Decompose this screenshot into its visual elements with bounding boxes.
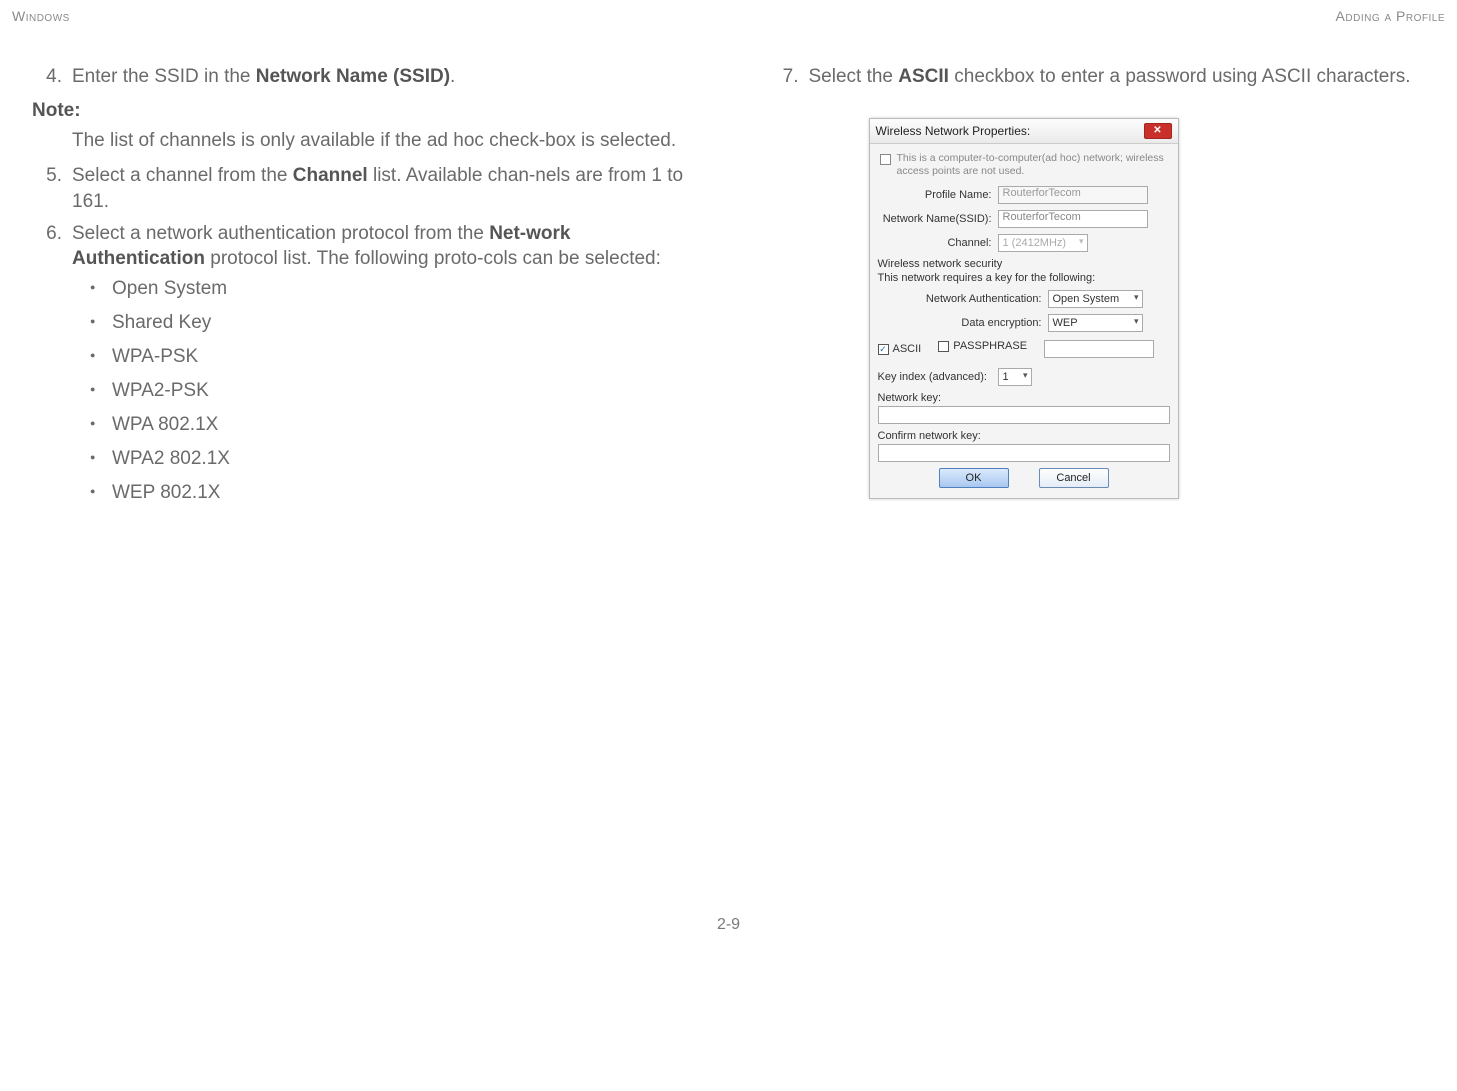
wireless-properties-dialog: Wireless Network Properties: ✕ This is a… bbox=[869, 118, 1179, 499]
ssid-input[interactable]: RouterforTecom bbox=[998, 210, 1148, 228]
passphrase-checkbox[interactable] bbox=[938, 341, 949, 352]
dialog-title-text: Wireless Network Properties: bbox=[876, 124, 1031, 138]
step-4-bold: Network Name (SSID) bbox=[256, 66, 450, 87]
list-item: Shared Key bbox=[90, 312, 689, 334]
note-body: The list of channels is only available i… bbox=[72, 128, 689, 154]
step-7-post: checkbox to enter a password using ASCII… bbox=[949, 66, 1411, 87]
list-item: WPA-PSK bbox=[90, 346, 689, 368]
step-4: 4. Enter the SSID in the Network Name (S… bbox=[32, 64, 689, 90]
step-4-post: . bbox=[450, 66, 455, 87]
step-7-pre: Select the bbox=[809, 66, 899, 87]
network-key-label: Network key: bbox=[878, 392, 1170, 404]
encryption-label: Data encryption: bbox=[878, 317, 1048, 329]
passphrase-checkbox-label: PASSPHRASE bbox=[953, 340, 1027, 352]
step-5-number: 5. bbox=[32, 163, 72, 214]
channel-label: Channel: bbox=[878, 237, 998, 249]
step-7-number: 7. bbox=[769, 64, 809, 90]
ascii-checkbox-wrap[interactable]: ASCII bbox=[878, 343, 922, 355]
ascii-checkbox-label: ASCII bbox=[893, 343, 922, 355]
protocol-list: Open System Shared Key WPA-PSK WPA2-PSK … bbox=[90, 278, 689, 504]
keyindex-select[interactable]: 1 bbox=[998, 368, 1032, 386]
step-6-pre: Select a network authentication protocol… bbox=[72, 223, 489, 244]
ok-button[interactable]: OK bbox=[939, 468, 1009, 488]
list-item: WEP 802.1X bbox=[90, 482, 689, 504]
adhoc-row: This is a computer-to-computer(ad hoc) n… bbox=[878, 152, 1170, 178]
passphrase-checkbox-wrap[interactable]: PASSPHRASE bbox=[938, 340, 1027, 352]
passphrase-input[interactable] bbox=[1044, 340, 1154, 358]
list-item: Open System bbox=[90, 278, 689, 300]
security-section-label: Wireless network security bbox=[878, 258, 1170, 270]
ascii-checkbox[interactable] bbox=[878, 344, 889, 355]
note-label: Note: bbox=[32, 100, 689, 122]
step-5-bold: Channel bbox=[293, 165, 368, 186]
ssid-label: Network Name(SSID): bbox=[878, 213, 998, 225]
left-column: 4. Enter the SSID in the Network Name (S… bbox=[32, 64, 689, 516]
cancel-button[interactable]: Cancel bbox=[1039, 468, 1109, 488]
list-item: WPA 802.1X bbox=[90, 414, 689, 436]
right-column: 7. Select the ASCII checkbox to enter a … bbox=[769, 64, 1426, 516]
encryption-select[interactable]: WEP bbox=[1048, 314, 1143, 332]
list-item: WPA2-PSK bbox=[90, 380, 689, 402]
step-4-number: 4. bbox=[32, 64, 72, 90]
step-7: 7. Select the ASCII checkbox to enter a … bbox=[769, 64, 1426, 90]
security-sub-label: This network requires a key for the foll… bbox=[878, 272, 1170, 284]
step-5: 5. Select a channel from the Channel lis… bbox=[32, 163, 689, 214]
step-6-post: protocol list. The following proto-cols … bbox=[205, 248, 661, 269]
dialog-titlebar: Wireless Network Properties: ✕ bbox=[870, 119, 1178, 144]
page-header: Windows Adding a Profile bbox=[12, 8, 1445, 24]
adhoc-checkbox[interactable] bbox=[880, 154, 891, 165]
confirm-key-label: Confirm network key: bbox=[878, 430, 1170, 442]
step-6: 6. Select a network authentication proto… bbox=[32, 221, 689, 272]
auth-select[interactable]: Open System bbox=[1048, 290, 1143, 308]
page-number: 2-9 bbox=[12, 916, 1445, 946]
list-item: WPA2 802.1X bbox=[90, 448, 689, 470]
confirm-key-input[interactable] bbox=[878, 444, 1170, 462]
step-4-pre: Enter the SSID in the bbox=[72, 66, 256, 87]
adhoc-text: This is a computer-to-computer(ad hoc) n… bbox=[897, 152, 1170, 178]
auth-label: Network Authentication: bbox=[878, 293, 1048, 305]
profile-name-input[interactable]: RouterforTecom bbox=[998, 186, 1148, 204]
network-key-input[interactable] bbox=[878, 406, 1170, 424]
step-6-number: 6. bbox=[32, 221, 72, 272]
profile-name-label: Profile Name: bbox=[878, 189, 998, 201]
channel-select[interactable]: 1 (2412MHz) bbox=[998, 234, 1088, 252]
header-left: Windows bbox=[12, 8, 70, 24]
step-5-pre: Select a channel from the bbox=[72, 165, 293, 186]
step-7-bold: ASCII bbox=[898, 66, 949, 87]
keyindex-label: Key index (advanced): bbox=[878, 371, 998, 383]
close-icon[interactable]: ✕ bbox=[1144, 123, 1172, 139]
header-right: Adding a Profile bbox=[1336, 8, 1445, 24]
